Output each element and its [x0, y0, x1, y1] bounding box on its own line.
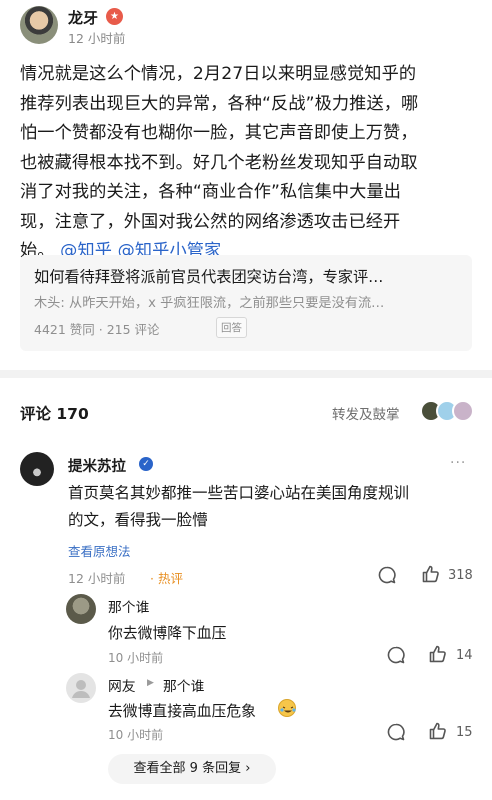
post-time: 12 小时前	[68, 31, 126, 46]
quoted-answer-card[interactable]: 如何看待拜登将派前官员代表团突访台湾，专家评… 木头: 从昨天开始，x 乎疯狂限…	[20, 255, 472, 351]
verified-badge-icon: ★	[106, 8, 123, 25]
post-line: 消了对我的关注，各种“商业合作”私信集中大量出	[20, 182, 402, 202]
repost-and-applause-link[interactable]: 转发及鼓掌	[332, 403, 400, 423]
reply-icon[interactable]	[386, 645, 406, 665]
reply-author[interactable]: 那个谁	[108, 596, 149, 616]
comment-text-line: 首页莫名其妙都推一些苦口婆心站在美国角度规训	[68, 484, 410, 502]
answer-tag: 回答	[216, 317, 247, 338]
like-count: 14	[456, 648, 473, 663]
reply-text: 去微博直接高血压危象	[108, 703, 256, 720]
view-all-replies-label: 查看全部 9 条回复	[133, 761, 242, 776]
reply-avatar[interactable]	[66, 594, 96, 624]
like-count: 318	[448, 568, 473, 583]
like-icon[interactable]	[421, 564, 441, 584]
post-line: 也被藏得根本找不到。好几个老粉丝发现知乎自动取	[20, 152, 418, 173]
reply-time: 10 小时前	[108, 728, 164, 742]
view-all-replies-button[interactable]: 查看全部 9 条回复 ›	[108, 754, 276, 784]
reply-time: 10 小时前	[108, 651, 164, 665]
section-divider	[0, 370, 492, 378]
author-name[interactable]: 龙牙	[68, 7, 98, 28]
more-options-icon[interactable]: ···	[450, 455, 466, 471]
hot-comment-tag: · 热评	[150, 571, 183, 586]
repost-avatar[interactable]	[452, 400, 474, 422]
quoted-answer-snippet: 木头: 从昨天开始，x 乎疯狂限流，之前那些只要是没有流…	[34, 296, 385, 311]
reply-to-arrow-icon: ▶	[147, 678, 154, 688]
reply-avatar[interactable]	[66, 673, 96, 703]
quoted-answer-stats: 4421 赞同 · 215 评论	[34, 322, 160, 337]
reply-text: 你去微博降下血压	[108, 625, 227, 642]
comment-time: 12 小时前	[68, 571, 126, 586]
reply-icon[interactable]	[377, 565, 397, 585]
like-icon[interactable]	[428, 721, 448, 741]
post-body: 情况就是这么个情况，2月27日以来明显感觉知乎的 推荐列表出现巨大的异常，各种“…	[20, 60, 474, 267]
default-user-icon	[72, 680, 90, 698]
chevron-right-icon: ›	[245, 761, 251, 776]
comment-text: 首页莫名其妙都推一些苦口婆心站在美国角度规训 的文，看得我一脸懵	[68, 480, 460, 534]
reply-to-author[interactable]: 那个谁	[163, 675, 204, 695]
comment-text-line: 的文，看得我一脸懵	[68, 511, 208, 529]
verified-badge-icon: ✓	[139, 457, 153, 471]
author-avatar[interactable]	[20, 6, 58, 44]
reply-icon[interactable]	[386, 722, 406, 742]
post-line: 情况就是这么个情况，2月27日以来明显感觉知乎的	[20, 64, 417, 84]
reply-author[interactable]: 网友	[108, 675, 136, 695]
quoted-question-title: 如何看待拜登将派前官员代表团突访台湾，专家评…	[34, 268, 384, 286]
view-original-idea-link[interactable]: 查看原想法	[68, 541, 131, 560]
comments-count-title: 评论 170	[20, 405, 89, 423]
laughing-tears-emoji-icon	[278, 699, 296, 717]
like-icon[interactable]	[428, 644, 448, 664]
post-line: 怕一个赞都没有也糊你一脸，其它声音即使上万赞，	[20, 123, 418, 143]
post-line: 现，注意了，外国对我公然的网络渗透攻击已经开	[20, 211, 401, 232]
like-count: 15	[456, 725, 473, 740]
commenter-avatar[interactable]	[20, 452, 54, 486]
post-line: 推荐列表出现巨大的异常，各种“反战”极力推送，哪	[20, 93, 419, 114]
commenter-name[interactable]: 提米苏拉	[68, 455, 126, 476]
